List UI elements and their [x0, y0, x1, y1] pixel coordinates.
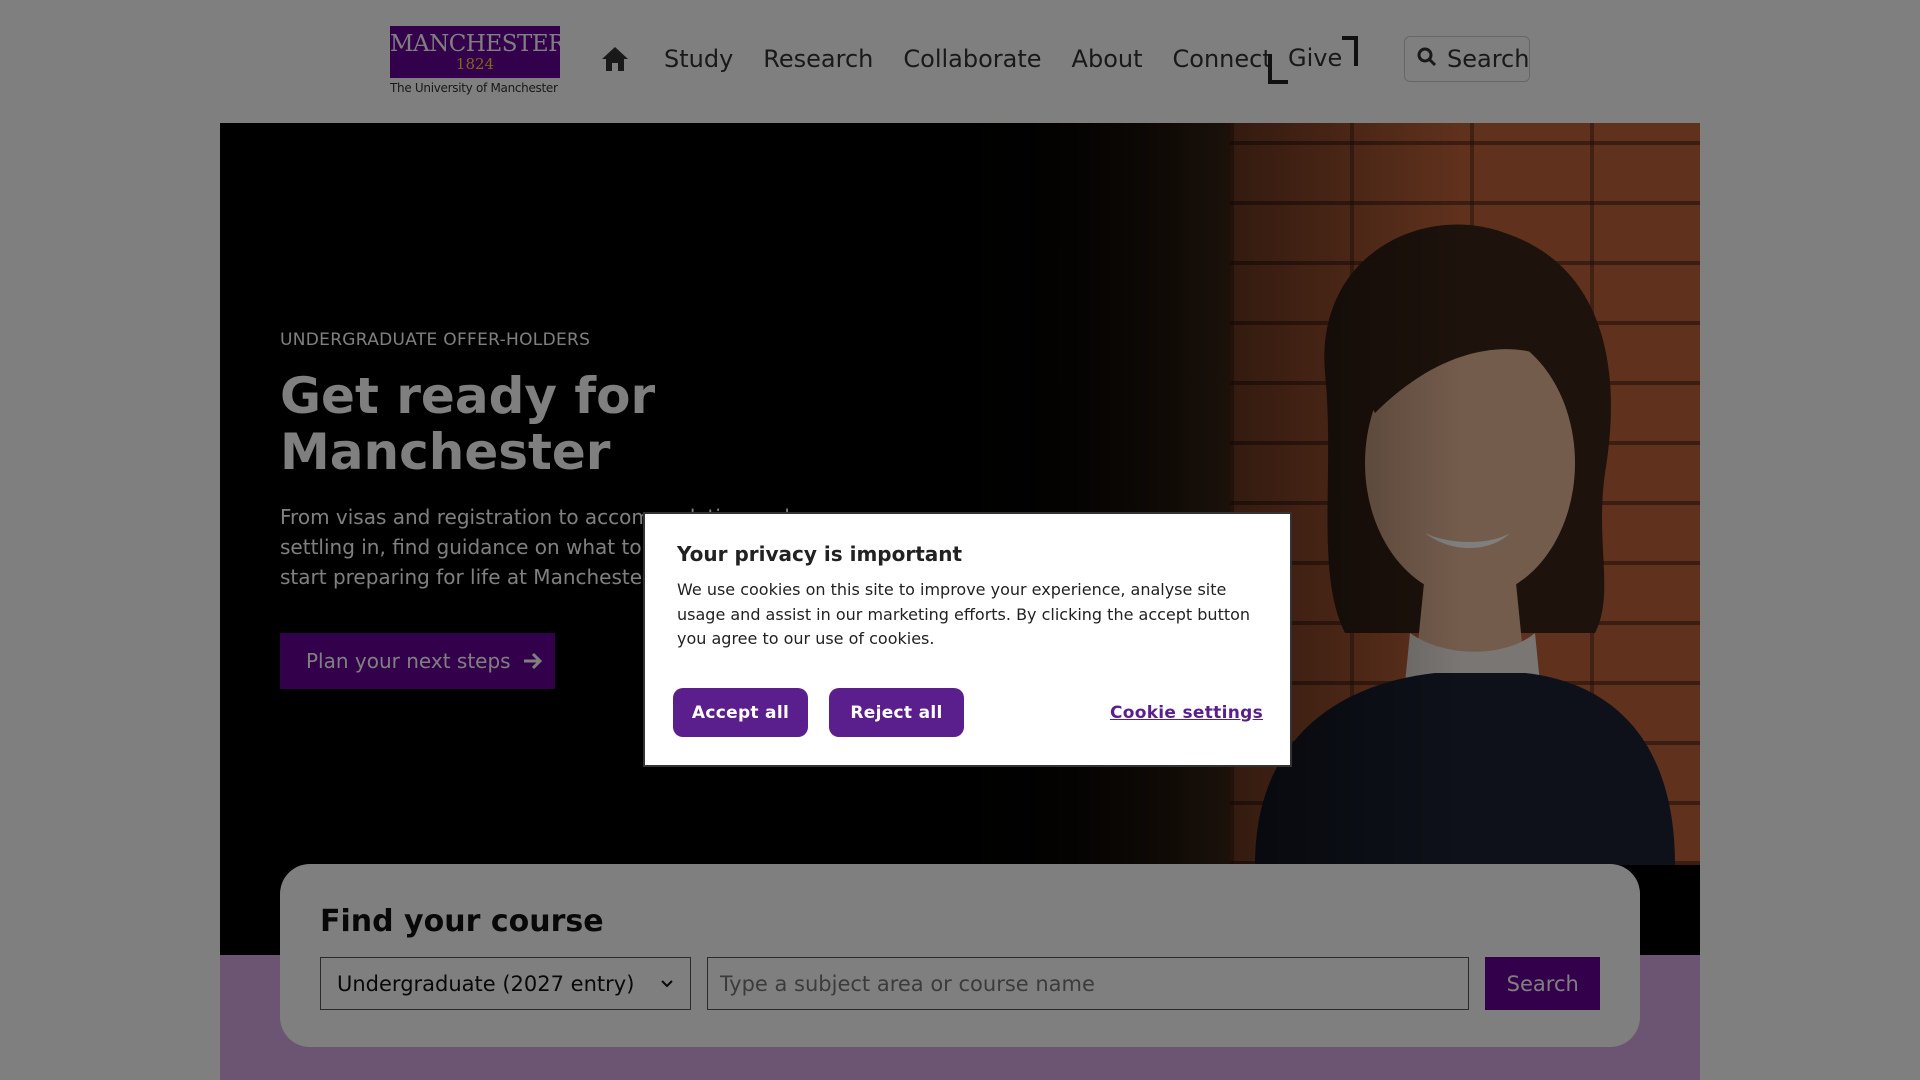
cookie-dialog-title: Your privacy is important	[677, 542, 963, 566]
cookie-consent-dialog: Your privacy is important We use cookies…	[643, 512, 1292, 767]
reject-all-button[interactable]: Reject all	[829, 688, 964, 737]
cookie-settings-link[interactable]: Cookie settings	[1110, 703, 1263, 723]
cookie-dialog-actions: Accept all Reject all Cookie settings	[673, 688, 1263, 737]
cookie-dialog-body: We use cookies on this site to improve y…	[677, 580, 1251, 648]
accept-all-button[interactable]: Accept all	[673, 688, 808, 737]
